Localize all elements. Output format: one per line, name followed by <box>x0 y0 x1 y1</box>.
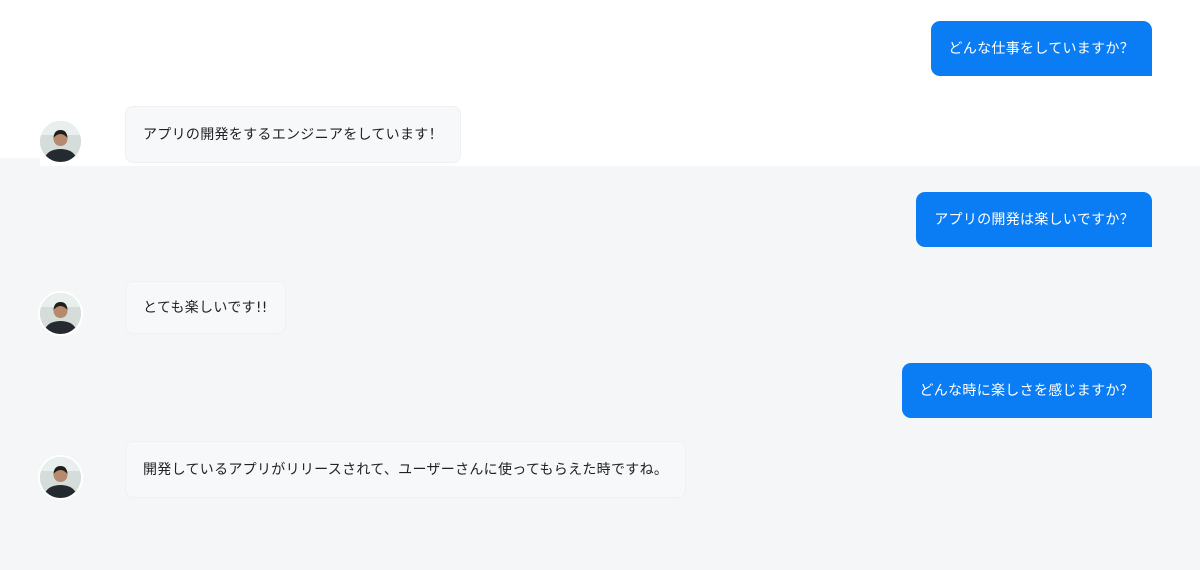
person-avatar-icon <box>40 121 81 162</box>
user-message: アプリの開発は楽しいですか？ <box>916 192 1152 247</box>
user-message: どんな時に楽しさを感じますか？ <box>901 363 1152 418</box>
background-notch <box>0 158 40 166</box>
user-message-text: どんな仕事をしていますか？ <box>948 40 1134 57</box>
bot-message-text: アプリの開発をするエンジニアをしています！ <box>143 126 443 143</box>
user-message: どんな仕事をしていますか？ <box>930 21 1152 76</box>
bot-message: とても楽しいです!! <box>125 281 286 334</box>
person-avatar-icon <box>40 457 81 498</box>
bot-message-text: とても楽しいです!! <box>143 299 268 316</box>
person-avatar-icon <box>40 293 81 334</box>
bot-message: 開発しているアプリがリリースされて、ユーザーさんに使ってもらえた時ですね。 <box>125 441 687 498</box>
bot-message-text: 開発しているアプリがリリースされて、ユーザーさんに使ってもらえた時ですね。 <box>143 461 669 478</box>
bot-message: アプリの開発をするエンジニアをしています！ <box>125 106 461 163</box>
user-message-text: どんな時に楽しさを感じますか？ <box>919 382 1134 399</box>
user-message-text: アプリの開発は楽しいですか？ <box>934 211 1134 228</box>
